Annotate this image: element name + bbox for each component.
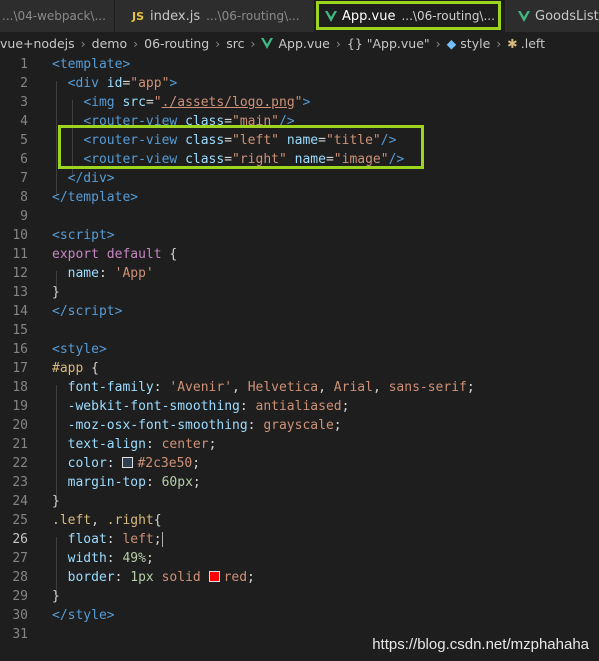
- line-number: 17: [12, 361, 28, 376]
- code-line: 10 <script>: [0, 226, 599, 245]
- line-number: 11: [12, 247, 28, 262]
- tab-name: App.vue: [342, 8, 396, 24]
- code-line: 24}: [0, 492, 599, 511]
- editor-tab-bar: ...\04-webpack\... JS index.js ...\06-ro…: [0, 0, 599, 32]
- line-number: 21: [12, 437, 28, 452]
- line-number: 4: [20, 114, 28, 129]
- watermark: https://blog.csdn.net/mzphahaha: [372, 636, 589, 653]
- code-line: 13}: [0, 283, 599, 302]
- tab-index-js[interactable]: JS index.js ...\06-routing\...: [115, 0, 315, 32]
- line-number: 12: [12, 266, 28, 281]
- code-editor[interactable]: 1 <template> 2 <div id="app"> 3 <img src=…: [0, 55, 599, 661]
- code-line: 1 <template>: [0, 55, 599, 74]
- code-line: 29}: [0, 587, 599, 606]
- code-line: 23 margin-top: 60px;: [0, 473, 599, 492]
- line-number: 29: [12, 589, 28, 604]
- tab-path: ...\06-routing\...: [401, 9, 495, 23]
- code-line: 3 <img src="./assets/logo.png">: [0, 93, 599, 112]
- chevron-right-icon: ›: [335, 36, 341, 51]
- chevron-right-icon: ›: [133, 36, 139, 51]
- code-line: 4 <router-view class="main"/>: [0, 112, 599, 131]
- tab-name: GoodsList.vue: [535, 8, 599, 24]
- breadcrumb-item[interactable]: {} "App.vue": [347, 36, 430, 51]
- vue-icon: [261, 38, 274, 49]
- breadcrumb-item[interactable]: .left: [521, 36, 545, 51]
- chevron-right-icon: ›: [496, 36, 502, 51]
- breadcrumb: vue+nodejs › demo › 06-routing › src › A…: [0, 32, 599, 55]
- tab-webpack[interactable]: ...\04-webpack\...: [0, 0, 115, 32]
- code-line: 30 </style>: [0, 606, 599, 625]
- tab-path: ...\04-webpack\...: [2, 9, 106, 23]
- line-number: 20: [12, 418, 28, 433]
- code-line: 18 font-family: 'Avenir', Helvetica, Ari…: [0, 378, 599, 397]
- code-line: 6 <router-view class="right" name="image…: [0, 150, 599, 169]
- code-line: 19 -webkit-font-smoothing: antialiased;: [0, 397, 599, 416]
- tab-name: index.js: [150, 8, 201, 24]
- tab-app-vue[interactable]: App.vue ...\06-routing\... ×: [315, 0, 505, 32]
- symbol-icon: ◆: [446, 36, 457, 51]
- chevron-right-icon: ›: [80, 36, 86, 51]
- chevron-right-icon: ›: [250, 36, 256, 51]
- line-number: 18: [12, 380, 28, 395]
- line-number: 15: [12, 323, 28, 338]
- line-number: 2: [20, 76, 28, 91]
- line-number: 10: [12, 228, 28, 243]
- code-line: 11 export default {: [0, 245, 599, 264]
- breadcrumb-item[interactable]: 06-routing: [144, 36, 209, 51]
- code-line: 17 #app {: [0, 359, 599, 378]
- breadcrumb-item[interactable]: src: [226, 36, 244, 51]
- breadcrumb-item[interactable]: vue+nodejs: [0, 36, 75, 51]
- line-number: 9: [20, 209, 28, 224]
- line-number: 26: [12, 532, 28, 547]
- code-line: 26 float: left;: [0, 530, 599, 549]
- code-line: 28 border: 1px solid red;: [0, 568, 599, 587]
- line-number: 25: [12, 513, 28, 528]
- line-number: 16: [12, 342, 28, 357]
- vue-icon: [325, 10, 337, 22]
- text-cursor: [161, 532, 163, 547]
- breadcrumb-item[interactable]: demo: [92, 36, 127, 51]
- vue-icon: [518, 10, 530, 22]
- code-line: 2 <div id="app">: [0, 74, 599, 93]
- code-line: 22 color: #2c3e50;: [0, 454, 599, 473]
- code-line: 14 </script>: [0, 302, 599, 321]
- code-line: 20 -moz-osx-font-smoothing: grayscale;: [0, 416, 599, 435]
- code-line: 25 .left, .right{: [0, 511, 599, 530]
- line-number: 24: [12, 494, 28, 509]
- line-number: 13: [12, 285, 28, 300]
- line-number: 28: [12, 570, 28, 585]
- code-line: 15: [0, 321, 599, 340]
- breadcrumb-item[interactable]: style: [460, 36, 490, 51]
- line-number: 30: [12, 608, 28, 623]
- code-line: 7 </div>: [0, 169, 599, 188]
- color-swatch[interactable]: [122, 457, 134, 468]
- js-icon: JS: [132, 9, 145, 23]
- line-number: 3: [20, 95, 28, 110]
- line-number: 6: [20, 152, 28, 167]
- code-line: 9: [0, 207, 599, 226]
- chevron-right-icon: ›: [435, 36, 441, 51]
- code-line: 27 width: 49%;: [0, 549, 599, 568]
- code-line: 5 <router-view class="left" name="title"…: [0, 131, 599, 150]
- line-number: 27: [12, 551, 28, 566]
- line-number: 22: [12, 456, 28, 471]
- line-number: 8: [20, 190, 28, 205]
- selector-icon: ✱: [507, 36, 518, 51]
- line-number: 31: [12, 627, 28, 642]
- code-line: 16 <style>: [0, 340, 599, 359]
- line-number: 19: [12, 399, 28, 414]
- code-line: 8 </template>: [0, 188, 599, 207]
- code-line: 12 name: 'App': [0, 264, 599, 283]
- chevron-right-icon: ›: [215, 36, 221, 51]
- line-number: 14: [12, 304, 28, 319]
- line-number: 1: [20, 57, 28, 72]
- line-number: 7: [20, 171, 28, 186]
- tab-goodslist-vue[interactable]: GoodsList.vue: [505, 0, 599, 32]
- line-number: 5: [20, 133, 28, 148]
- breadcrumb-item[interactable]: App.vue: [278, 36, 329, 51]
- color-swatch[interactable]: [208, 571, 220, 582]
- tab-path: ...\06-routing\...: [206, 9, 300, 23]
- line-number: 23: [12, 475, 28, 490]
- code-line: 21 text-align: center;: [0, 435, 599, 454]
